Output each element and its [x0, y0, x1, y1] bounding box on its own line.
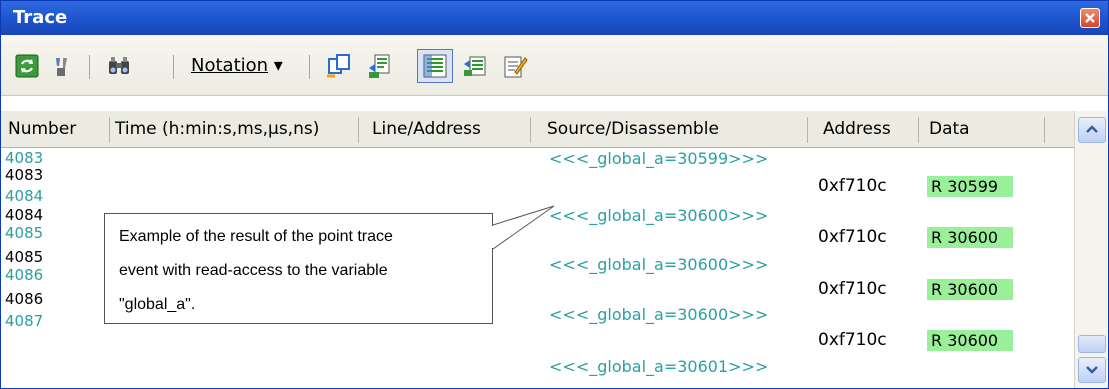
row-address[interactable]: 0xf710c	[818, 229, 887, 246]
chevron-down-icon	[1086, 366, 1098, 374]
row-number[interactable]: 4086	[5, 291, 43, 308]
row-source[interactable]: <<<_global_a=30600>>>	[549, 306, 768, 323]
row-data[interactable]: R 30600	[927, 279, 1013, 300]
trace-window: Trace Notation ▾ Number Time (h:min:s,ms…	[0, 0, 1109, 389]
column-number[interactable]: Number	[8, 111, 76, 147]
annotation-callout: Example of the result of the point trace…	[104, 213, 493, 324]
close-button[interactable]	[1080, 8, 1100, 28]
column-divider[interactable]	[918, 117, 919, 143]
scroll-up-button[interactable]	[1078, 117, 1106, 143]
toolbar-separator	[309, 55, 310, 79]
chevron-up-icon	[1086, 125, 1098, 133]
column-divider[interactable]	[530, 117, 531, 143]
filter-icon[interactable]	[47, 52, 75, 80]
row-source[interactable]: <<<_global_a=30601>>>	[549, 358, 768, 375]
column-divider[interactable]	[109, 117, 110, 143]
row-source[interactable]: <<<_global_a=30600>>>	[549, 207, 768, 224]
title-bar: Trace	[1, 1, 1108, 35]
notation-dropdown[interactable]: Notation ▾	[191, 55, 283, 76]
row-address[interactable]: 0xf710c	[818, 332, 887, 349]
row-data[interactable]: R 30599	[927, 176, 1013, 197]
edit-icon[interactable]	[501, 52, 529, 80]
row-address[interactable]: 0xf710c	[818, 178, 887, 195]
row-source[interactable]: <<<_global_a=30600>>>	[549, 256, 768, 273]
callout-line-3: "global_a".	[119, 296, 196, 313]
row-number[interactable]: 4087	[5, 313, 43, 330]
source-display-icon	[423, 54, 447, 78]
callout-line-2: event with read-access to the variable	[119, 262, 388, 279]
callout-line-1: Example of the result of the point trace	[119, 228, 393, 245]
column-data[interactable]: Data	[929, 111, 970, 147]
row-number[interactable]: 4083	[5, 150, 43, 167]
column-source-disassemble[interactable]: Source/Disassemble	[547, 111, 719, 147]
column-divider[interactable]	[1044, 117, 1045, 143]
chevron-down-icon: ▾	[273, 55, 283, 76]
window-link-icon[interactable]	[325, 52, 353, 80]
column-divider[interactable]	[358, 117, 359, 143]
column-header: Number Time (h:min:s,ms,μs,ns) Line/Addr…	[1, 111, 1074, 148]
row-number[interactable]: 4085	[5, 225, 43, 242]
close-icon	[1085, 13, 1095, 23]
row-data[interactable]: R 30600	[927, 227, 1013, 248]
row-address[interactable]: 0xf710c	[818, 281, 887, 298]
column-line-address[interactable]: Line/Address	[372, 111, 481, 147]
refresh-icon[interactable]	[13, 52, 41, 80]
data-display-icon[interactable]	[461, 52, 489, 80]
toolbar-separator	[89, 55, 90, 79]
row-data[interactable]: R 30600	[927, 330, 1013, 351]
row-number[interactable]: 4085	[5, 249, 43, 266]
column-time[interactable]: Time (h:min:s,ms,μs,ns)	[115, 111, 319, 147]
toolbar-separator	[173, 55, 174, 79]
find-icon[interactable]	[105, 52, 133, 80]
row-number[interactable]: 4086	[5, 267, 43, 284]
row-source[interactable]: <<<_global_a=30599>>>	[549, 150, 768, 167]
column-divider[interactable]	[807, 117, 808, 143]
vertical-scrollbar[interactable]	[1074, 111, 1108, 388]
column-address[interactable]: Address	[823, 111, 891, 147]
toolbar: Notation ▾	[1, 35, 1108, 96]
mixed-display-icon[interactable]	[367, 52, 395, 80]
row-number[interactable]: 4084	[5, 188, 43, 205]
row-number[interactable]: 4084	[5, 207, 43, 224]
notation-label: Notation	[191, 55, 269, 76]
scroll-thumb[interactable]	[1078, 335, 1106, 353]
row-number[interactable]: 4083	[5, 167, 43, 184]
window-title: Trace	[13, 7, 68, 28]
scroll-down-button[interactable]	[1078, 357, 1106, 383]
